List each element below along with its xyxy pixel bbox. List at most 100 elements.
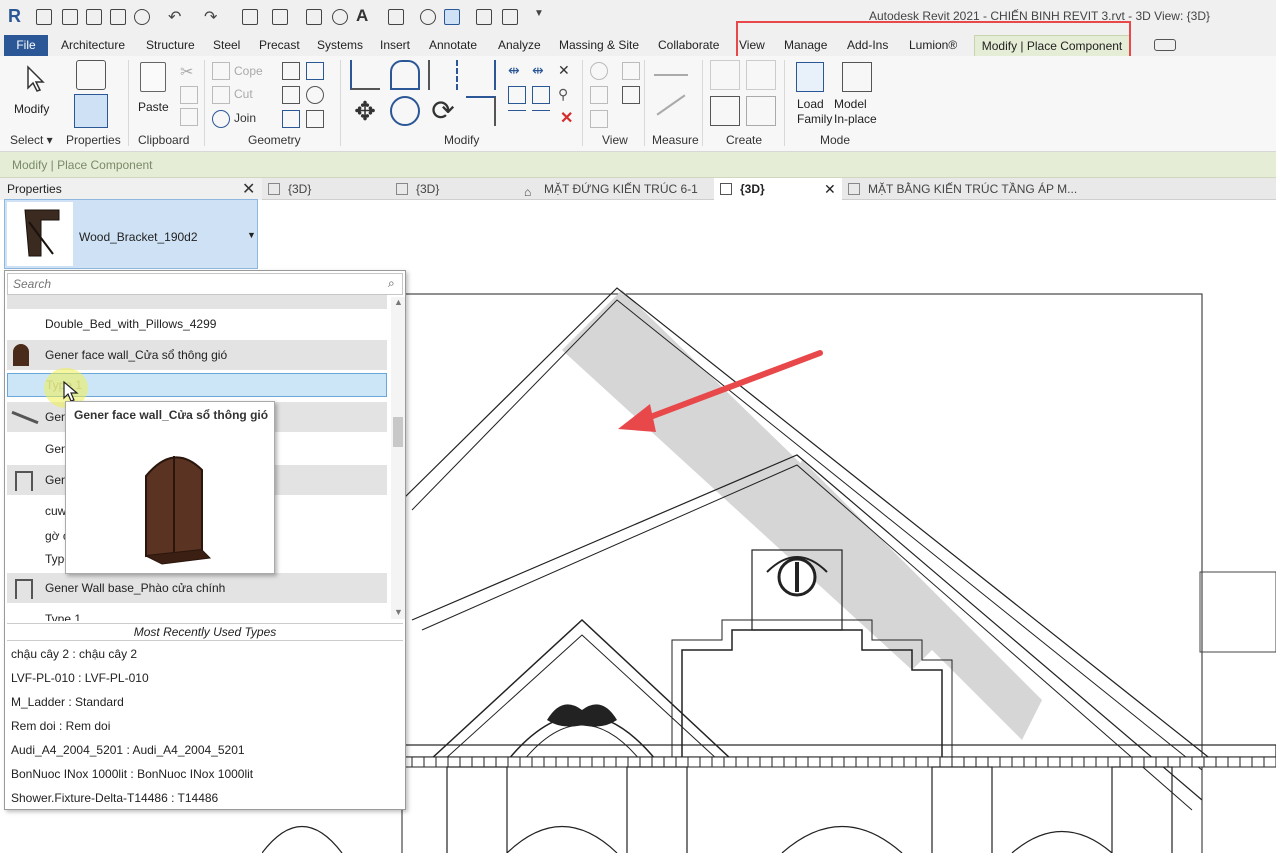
- mirror-draw-icon[interactable]: [466, 60, 496, 90]
- aligned-dimension-icon[interactable]: [656, 94, 686, 116]
- copy-icon[interactable]: [180, 86, 198, 104]
- rotate-icon[interactable]: ⟳: [428, 96, 458, 126]
- split-gap-icon[interactable]: ⇹: [532, 62, 550, 80]
- tab-collaborate[interactable]: Collaborate: [658, 38, 719, 52]
- linework-icon[interactable]: [590, 86, 608, 104]
- cope-label[interactable]: Cope: [234, 64, 263, 78]
- view-tab-active[interactable]: {3D} ✕: [714, 178, 842, 200]
- mru-item[interactable]: Shower.Fixture-Delta-T14486 : T14486: [11, 791, 218, 805]
- tab-analyze[interactable]: Analyze: [498, 38, 541, 52]
- delete-icon[interactable]: ✕: [560, 108, 578, 127]
- revit-logo-icon[interactable]: R: [8, 6, 28, 28]
- list-item[interactable]: Double_Bed_with_Pillows_4299: [7, 309, 387, 339]
- sync-icon[interactable]: [134, 9, 150, 25]
- scrollbar[interactable]: ▲ ▼: [391, 297, 405, 619]
- unpin-icon[interactable]: ✕: [558, 62, 576, 80]
- lightbulb-icon[interactable]: [590, 62, 608, 80]
- undo-icon[interactable]: ↶: [168, 7, 181, 27]
- trim-single-icon[interactable]: [508, 110, 526, 128]
- open-icon[interactable]: [36, 9, 52, 25]
- trim-icon[interactable]: [466, 96, 496, 126]
- load-family-button[interactable]: Load Family: [788, 60, 832, 130]
- copy-element-icon[interactable]: [390, 96, 420, 126]
- cope-icon[interactable]: [212, 62, 230, 80]
- model-in-place-button[interactable]: Model In-place: [834, 60, 880, 130]
- mru-item[interactable]: Audi_A4_2004_5201 : Audi_A4_2004_5201: [11, 743, 245, 757]
- tab-annotate[interactable]: Annotate: [429, 38, 477, 52]
- mru-item[interactable]: chậu cây 2 : chậu cây 2: [11, 647, 137, 661]
- mru-item[interactable]: M_Ladder : Standard: [11, 695, 124, 709]
- tab-massing-site[interactable]: Massing & Site: [559, 38, 639, 52]
- move-icon[interactable]: ✥: [350, 96, 380, 126]
- measure-icon[interactable]: [272, 9, 288, 25]
- open-folder-icon[interactable]: [86, 9, 102, 25]
- tab-file[interactable]: File: [4, 35, 48, 56]
- modify-tool-button[interactable]: Modify: [8, 62, 58, 122]
- section-icon[interactable]: [420, 9, 436, 25]
- cut-geometry-icon[interactable]: [212, 86, 230, 104]
- close-hidden-icon[interactable]: [476, 9, 492, 25]
- redo-icon[interactable]: ↷: [204, 7, 217, 27]
- pin-icon[interactable]: ⚲: [558, 86, 576, 104]
- close-icon[interactable]: ✕: [824, 178, 836, 200]
- wall-opening-icon[interactable]: [282, 110, 300, 128]
- ribbon-minimize-icon[interactable]: [1154, 39, 1176, 51]
- trim-multiple-icon[interactable]: [532, 110, 550, 128]
- new-icon[interactable]: [62, 9, 78, 25]
- customize-qat-icon[interactable]: ▼: [534, 8, 544, 19]
- switch-windows-icon[interactable]: [502, 9, 518, 25]
- mru-item[interactable]: Rem doi : Rem doi: [11, 719, 110, 733]
- wall-joins-icon[interactable]: [282, 86, 300, 104]
- print-icon[interactable]: [242, 9, 258, 25]
- text-icon[interactable]: A: [356, 6, 368, 26]
- tab-insert[interactable]: Insert: [380, 38, 410, 52]
- view-tab[interactable]: ⌂ MẶT ĐỨNG KIẾN TRÚC 6-1: [518, 178, 710, 200]
- eraser-icon[interactable]: [590, 110, 608, 128]
- close-icon[interactable]: ✕: [242, 179, 255, 199]
- split-icon[interactable]: ⇹: [508, 62, 526, 80]
- tab-architecture[interactable]: Architecture: [61, 38, 125, 52]
- scroll-up-icon[interactable]: ▲: [394, 297, 403, 307]
- 3d-view-icon[interactable]: [388, 9, 404, 25]
- join-label[interactable]: Join: [234, 111, 256, 125]
- paint-icon[interactable]: [306, 62, 324, 80]
- list-item-partial[interactable]: [7, 295, 387, 309]
- type-selector[interactable]: Wood_Bracket_190d2 ▼: [4, 199, 258, 269]
- array-icon[interactable]: [508, 86, 526, 104]
- view-tab[interactable]: {3D}: [262, 178, 390, 200]
- scale-icon[interactable]: [532, 86, 550, 104]
- match-type-icon[interactable]: [180, 108, 198, 126]
- scroll-thumb[interactable]: [393, 417, 403, 447]
- remove-paint-icon[interactable]: [306, 110, 324, 128]
- family-row[interactable]: Gener Wall base_Phào cửa chính: [7, 573, 387, 603]
- drawing-canvas[interactable]: [262, 200, 1276, 853]
- create-similar-icon[interactable]: [710, 60, 740, 90]
- join-icon[interactable]: [212, 110, 230, 128]
- offset-icon[interactable]: [390, 60, 420, 90]
- search-input[interactable]: [8, 274, 378, 294]
- split-face-icon[interactable]: [282, 62, 300, 80]
- mru-item[interactable]: BonNuoc INox 1000lit : BonNuoc INox 1000…: [11, 767, 253, 781]
- scroll-down-icon[interactable]: ▼: [394, 607, 403, 617]
- demolish-icon[interactable]: [306, 86, 324, 104]
- paste-button[interactable]: Paste: [134, 60, 174, 120]
- dimension-icon[interactable]: [306, 9, 322, 25]
- filter-icon[interactable]: [622, 86, 640, 104]
- cut-icon[interactable]: ✂: [180, 62, 198, 81]
- view-tab[interactable]: MẶT BẰNG KIẾN TRÚC TẦNG ÁP M...: [842, 178, 1142, 200]
- tab-systems[interactable]: Systems: [317, 38, 363, 52]
- create-parts-icon[interactable]: [710, 96, 740, 126]
- tab-precast[interactable]: Precast: [259, 38, 300, 52]
- tag-icon[interactable]: [332, 9, 348, 25]
- tab-structure[interactable]: Structure: [146, 38, 195, 52]
- align-icon[interactable]: [350, 60, 380, 90]
- thin-lines-icon[interactable]: [444, 9, 460, 25]
- tab-steel[interactable]: Steel: [213, 38, 240, 52]
- measure-between-icon[interactable]: [654, 74, 688, 76]
- family-row[interactable]: Gener face wall_Cửa sổ thông gió: [7, 340, 387, 370]
- properties-tool-button[interactable]: [70, 58, 116, 130]
- mirror-axis-icon[interactable]: [428, 60, 458, 90]
- cut-label[interactable]: Cut: [234, 87, 253, 101]
- view-tab[interactable]: {3D}: [390, 178, 518, 200]
- override-graphics-icon[interactable]: [622, 62, 640, 80]
